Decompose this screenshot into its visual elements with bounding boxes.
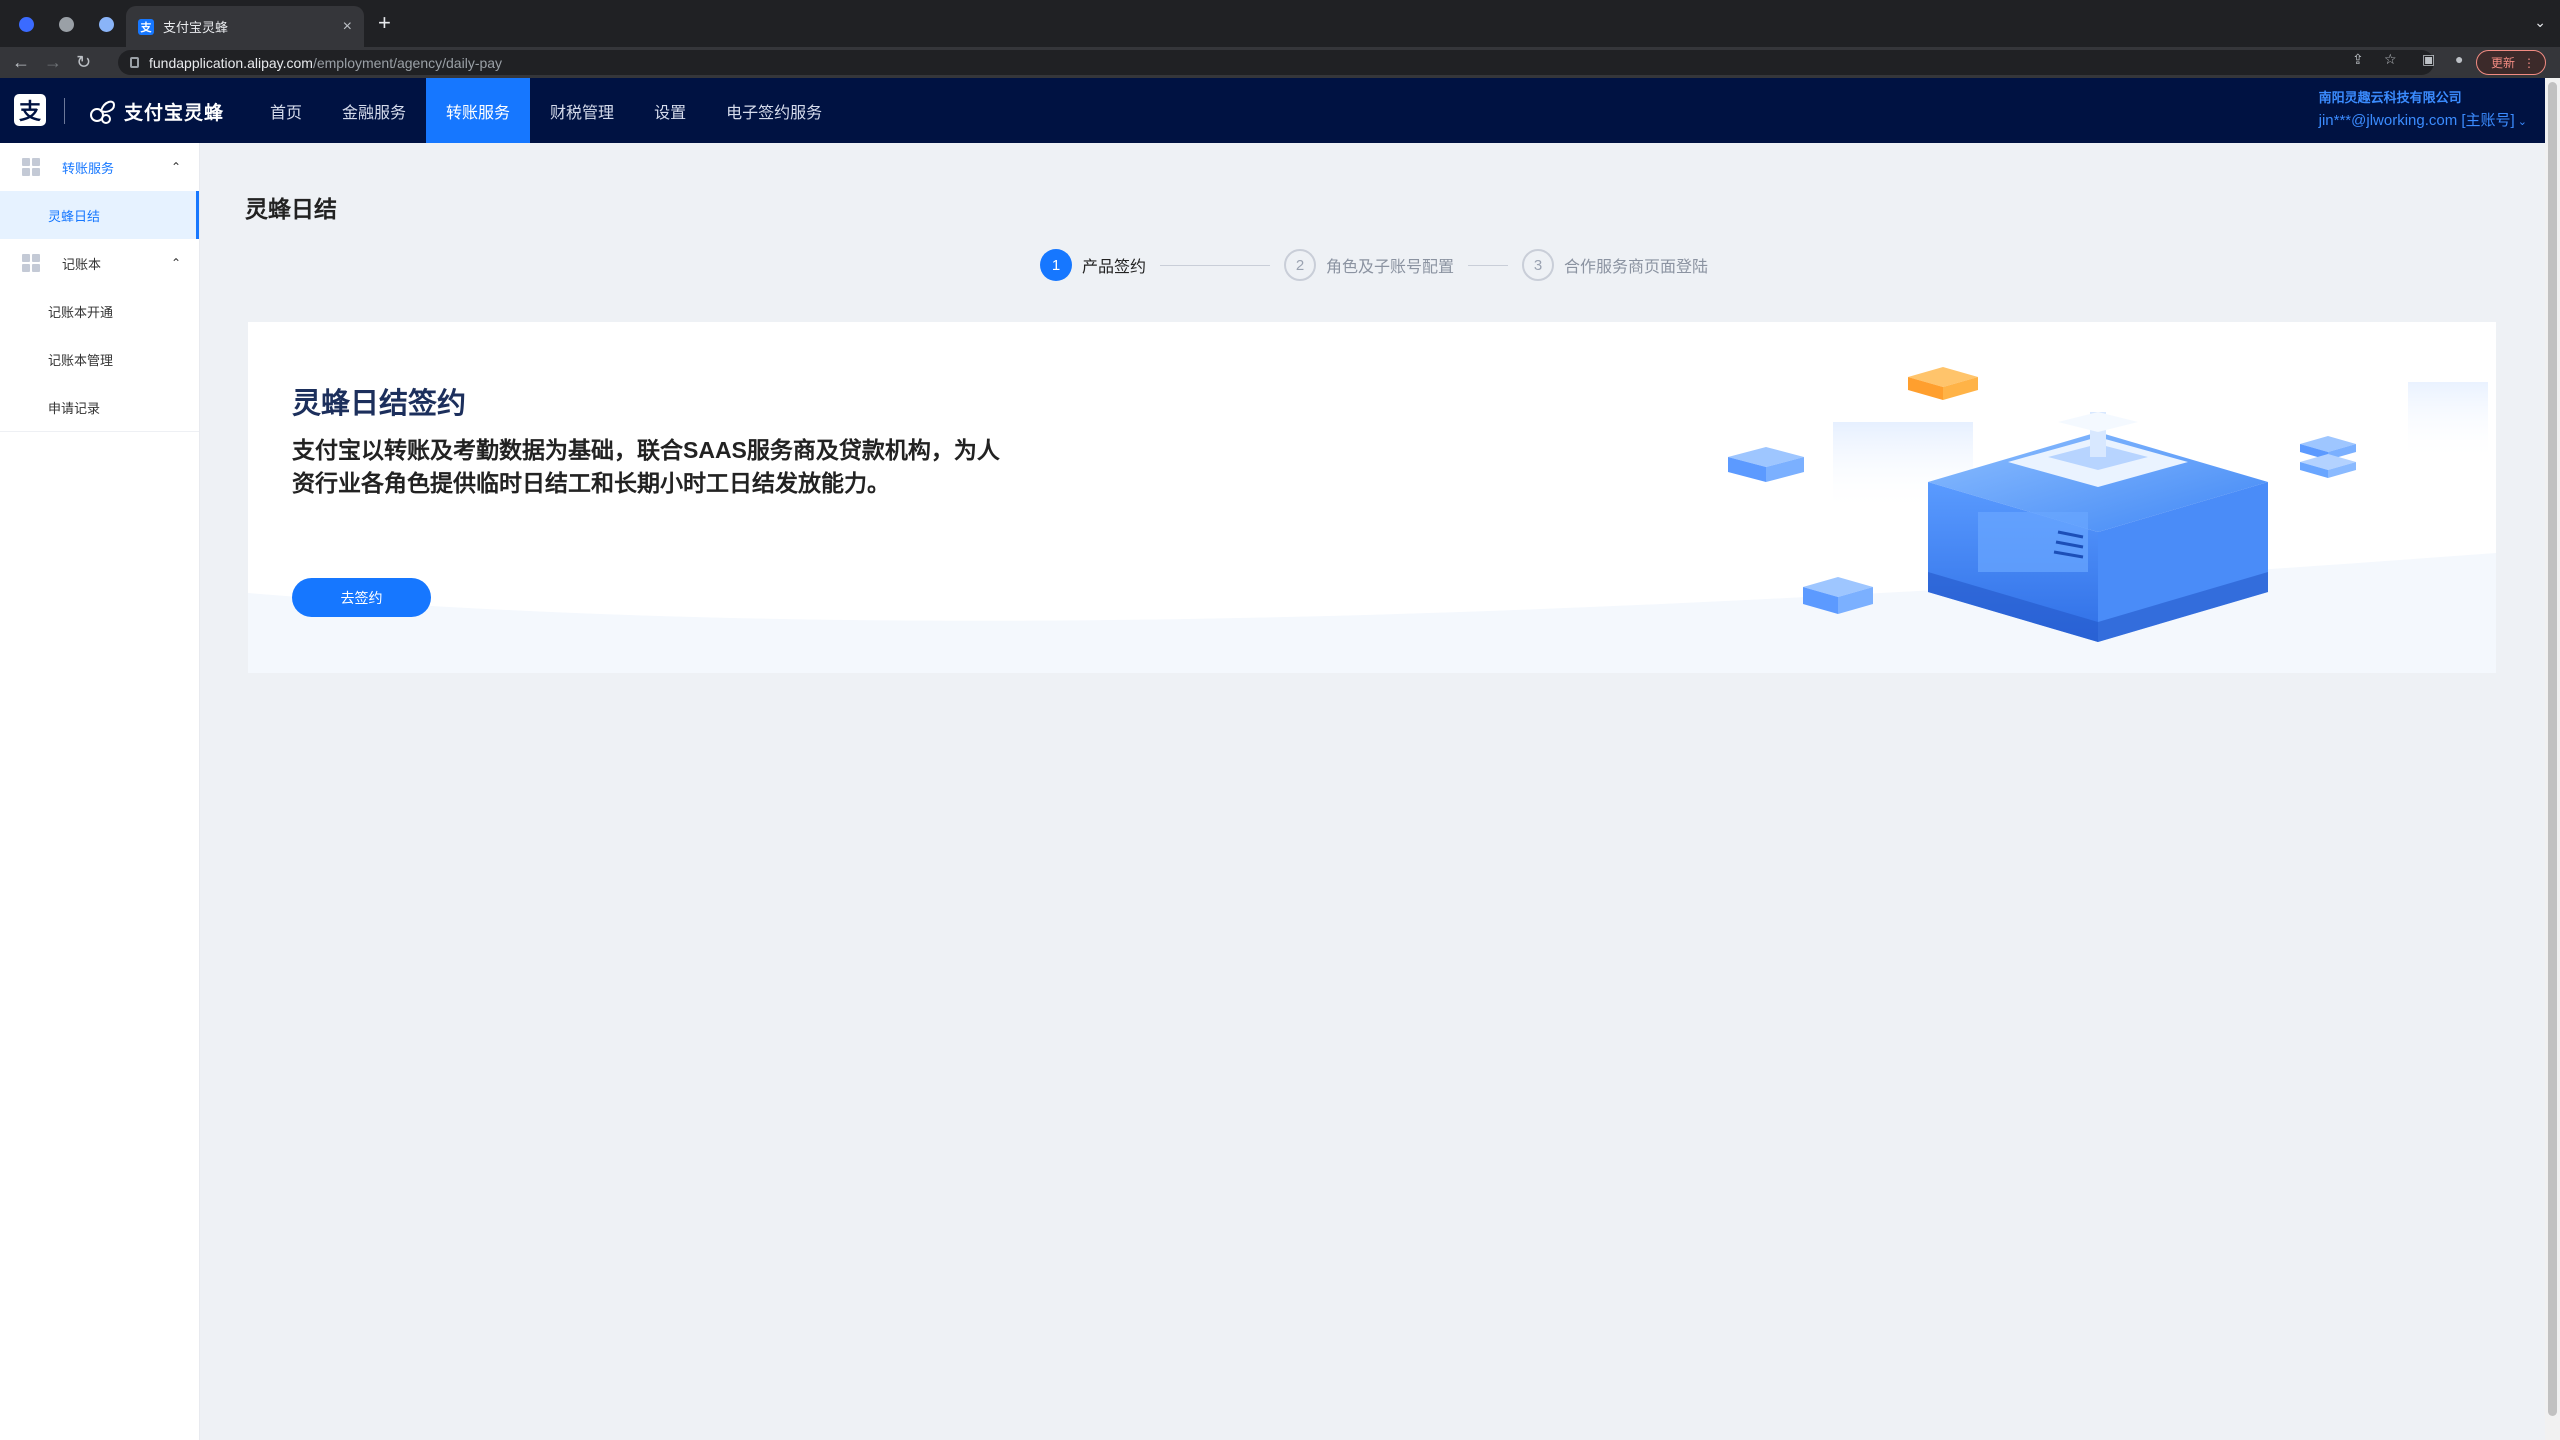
nav-transfer[interactable]: 转账服务 (426, 78, 531, 143)
sidebar-group-label: 记账本 (62, 256, 102, 272)
step-connector (1160, 264, 1271, 266)
reload-icon[interactable]: ↻ (76, 52, 91, 72)
step-number: 2 (1284, 249, 1317, 281)
step-1: 1 产品签约 (1040, 249, 1146, 281)
tab-title: 支付宝灵蜂 (163, 20, 229, 35)
brand-name[interactable]: 支付宝灵蜂 (124, 98, 224, 125)
nav-tax[interactable]: 财税管理 (530, 78, 634, 143)
url-path: /employment/agency/daily-pay (312, 54, 503, 71)
card-title: 灵蜂日结签约 (292, 388, 467, 420)
bookmark-star-icon[interactable]: ☆ (2384, 51, 2397, 68)
tab-search-icon[interactable]: ⌄ (2534, 14, 2546, 31)
app-header: 支 支付宝灵蜂 首页 金融服务 转账服务 财税管理 设置 电子签约服务 南阳灵趣… (0, 78, 2545, 143)
more-menu-icon: ⋮ (2523, 55, 2535, 70)
sidebar-item-application-records[interactable]: 申请记录 (0, 383, 199, 431)
account-menu[interactable]: 南阳灵趣云科技有限公司 jin***@jlworking.com [主账号] ⌄ (2319, 87, 2527, 130)
sidebar-item-daily-pay[interactable]: 灵蜂日结 (0, 191, 199, 239)
active-tab[interactable]: 支 支付宝灵蜂 × (126, 6, 364, 47)
sidebar-item-ledger-open[interactable]: 记账本开通 (0, 287, 199, 335)
alipay-logo-icon[interactable]: 支 (14, 94, 46, 126)
logo-divider (64, 98, 65, 124)
profile-icon[interactable]: ● (2455, 51, 2463, 67)
pinned-tab[interactable] (94, 12, 118, 36)
chevron-up-icon: ⌃ (170, 160, 181, 174)
grid-icon (22, 254, 40, 272)
step-number: 3 (1522, 249, 1555, 281)
sidebar: 转账服务 ⌃ 灵蜂日结 记账本 ⌃ 记账本开通 记账本管理 申请记录 (0, 143, 200, 1440)
top-nav: 首页 金融服务 转账服务 财税管理 设置 电子签约服务 (250, 78, 842, 143)
alipay-favicon-icon: 支 (138, 18, 154, 35)
sidebar-group-ledger[interactable]: 记账本 ⌃ (0, 239, 199, 287)
chevron-down-icon: ⌄ (2514, 116, 2527, 128)
browser-tabbar: 支 支付宝灵蜂 × + ⌄ (0, 0, 2560, 47)
forward-icon[interactable]: → (44, 52, 62, 72)
page-title: 灵蜂日结 (245, 196, 337, 222)
step-connector (1468, 264, 1509, 266)
browser-toolbar: ← → ↻ fundapplication.alipay.com /employ… (0, 47, 2560, 78)
grid-icon (22, 158, 40, 176)
card-description: 支付宝以转账及考勤数据为基础，联合SAAS服务商及贷款机构，为人资行业各角色提供… (292, 437, 1000, 496)
nav-finance[interactable]: 金融服务 (322, 78, 426, 143)
page-scrollbar[interactable] (2545, 78, 2560, 1440)
server-illustration (1728, 367, 2488, 642)
bee-logo-icon (90, 100, 116, 124)
step-label: 产品签约 (1082, 259, 1147, 276)
step-3: 3 合作服务商页面登陆 (1522, 249, 1708, 281)
step-label: 合作服务商页面登陆 (1564, 259, 1709, 276)
update-label: 更新 (2490, 56, 2515, 70)
signing-card: 灵蜂日结签约 支付宝以转账及考勤数据为基础，联合SAAS服务商及贷款机构，为人资… (248, 322, 2496, 673)
sidebar-group-label: 转账服务 (62, 160, 115, 176)
lock-icon[interactable] (130, 57, 139, 68)
scrollbar-thumb[interactable] (2548, 82, 2557, 1416)
sign-button[interactable]: 去签约 (292, 578, 431, 617)
nav-e-sign[interactable]: 电子签约服务 (706, 78, 842, 143)
company-name: 南阳灵趣云科技有限公司 (2318, 90, 2462, 105)
url-host: fundapplication.alipay.com (149, 54, 313, 71)
user-account[interactable]: jin***@jlworking.com [主账号] ⌄ (2319, 109, 2527, 130)
user-email: jin***@jlworking.com [主账号] (2318, 112, 2515, 129)
nav-settings[interactable]: 设置 (634, 78, 706, 143)
share-icon[interactable]: ⇪ (2352, 51, 2364, 68)
close-tab-icon[interactable]: × (343, 18, 352, 36)
chevron-up-icon: ⌃ (170, 256, 181, 270)
step-label: 角色及子账号配置 (1326, 259, 1455, 276)
sidebar-group-transfer[interactable]: 转账服务 ⌃ (0, 143, 199, 191)
new-tab-icon[interactable]: + (378, 12, 391, 34)
sidebar-divider (0, 431, 199, 432)
step-2: 2 角色及子账号配置 (1284, 249, 1454, 281)
pinned-tab[interactable] (14, 12, 38, 36)
side-panel-icon[interactable]: ▣ (2422, 51, 2435, 68)
update-button[interactable]: 更新 ⋮ (2475, 50, 2546, 75)
stepper: 1 产品签约 2 角色及子账号配置 3 合作服务商页面登陆 (1040, 248, 1708, 282)
back-icon[interactable]: ← (12, 52, 30, 72)
nav-home[interactable]: 首页 (250, 78, 322, 143)
sidebar-item-ledger-manage[interactable]: 记账本管理 (0, 335, 199, 383)
pinned-tab[interactable] (54, 12, 78, 36)
address-bar[interactable]: fundapplication.alipay.com /employment/a… (118, 50, 2434, 75)
step-number: 1 (1040, 249, 1072, 281)
